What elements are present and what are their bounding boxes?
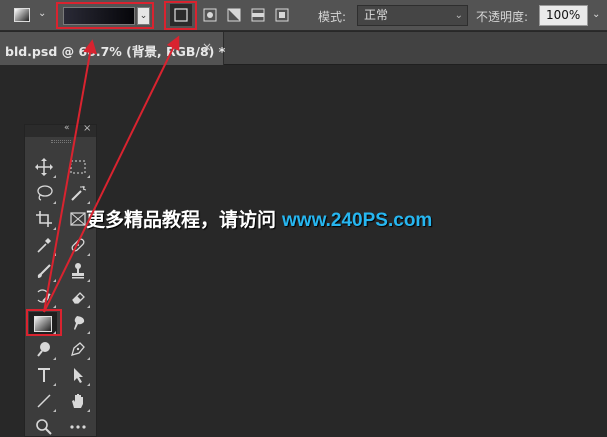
opacity-label: 不透明度: [476,10,529,24]
brush-icon [37,264,51,278]
opacity-input[interactable]: 100% [539,5,588,26]
submenu-indicator [53,305,56,308]
submenu-indicator [53,383,56,386]
gradient-tool-preset-icon [14,8,30,22]
linear-gradient-button[interactable] [170,4,192,26]
document-tab-title: bld.psd @ 66.7% (背景, RGB/8) * [5,44,226,59]
more-tools-button[interactable] [65,415,91,437]
document-tab-bar: bld.psd @ 66.7% (背景, RGB/8) * × [0,32,607,65]
radial-gradient-icon [203,8,217,22]
path-selection-icon [74,368,83,383]
type-icon [38,368,50,382]
submenu-indicator [53,227,56,230]
marquee-tool[interactable] [65,155,91,179]
opacity-value: 100% [546,8,581,22]
submenu-indicator [53,279,56,282]
gradient-tool-highlight [26,309,62,336]
mode-value: 正常 [364,8,389,22]
frame-icon [70,212,86,226]
submenu-indicator [87,305,90,308]
eyedropper-tool[interactable] [31,233,57,257]
angle-gradient-icon [227,8,241,22]
submenu-indicator [53,201,56,204]
tools-panel: « × [24,123,97,437]
submenu-indicator [53,253,56,256]
history-brush-icon [37,289,51,303]
eraser-icon [72,292,85,304]
angle-gradient-button[interactable] [224,5,244,25]
crop-icon [36,211,52,227]
submenu-indicator [53,357,56,360]
close-icon[interactable]: × [83,123,91,134]
smudge-icon [74,316,85,330]
watermark-text: 更多精品教程，请访问 [86,209,277,231]
brush-tool[interactable] [31,259,57,283]
collapse-icon[interactable]: « [64,123,70,133]
hand-icon [72,394,83,408]
linear-gradient-icon [170,4,192,26]
clone-stamp-tool[interactable] [65,259,91,283]
submenu-indicator [53,175,56,178]
move-icon [35,158,53,176]
history-brush-tool[interactable] [31,285,57,309]
healing-brush-icon [71,238,85,252]
line-tool[interactable] [31,389,57,413]
document-tab[interactable]: bld.psd @ 66.7% (背景, RGB/8) * × [0,32,226,65]
zoom-icon [36,419,52,435]
path-selection-tool[interactable] [65,363,91,387]
submenu-indicator [87,357,90,360]
lasso-tool[interactable] [31,181,57,205]
diamond-gradient-icon [275,8,289,22]
submenu-indicator [87,201,90,204]
gradient-picker[interactable]: ⌄ [56,2,154,29]
submenu-indicator [87,175,90,178]
pen-tool[interactable] [65,337,91,361]
tools-panel-header[interactable]: « × [25,123,96,137]
close-icon[interactable]: × [202,40,212,54]
submenu-indicator [87,409,90,412]
type-tool[interactable] [31,363,57,387]
crop-tool[interactable] [31,207,57,231]
watermark: 更多精品教程，请访问 www.240PS.com [86,205,432,232]
mode-label: 模式: [318,10,347,24]
eraser-tool[interactable] [65,285,91,309]
marquee-icon [70,160,86,174]
gradient-swatch[interactable] [63,7,135,25]
magic-wand-icon [71,185,87,201]
gradient-dropdown-button[interactable]: ⌄ [137,7,150,25]
submenu-indicator [87,383,90,386]
hand-tool[interactable] [65,389,91,413]
healing-brush-tool[interactable] [65,233,91,257]
line-icon [37,394,51,408]
move-tool[interactable] [31,155,57,179]
submenu-indicator [87,331,90,334]
mode-select[interactable]: 正常 ⌄ [357,5,468,26]
magic-wand-tool[interactable] [65,181,91,205]
lasso-icon [37,185,53,201]
pen-icon [71,342,85,356]
chevron-down-icon: ⌄ [38,8,47,19]
options-bar: ⌄ ⌄ 模式: 正常 ⌄ 不透明度: 100% ⌄ [0,0,607,31]
panel-grip[interactable] [51,140,71,143]
eyedropper-icon [37,238,51,253]
zoom-tool[interactable] [31,415,57,437]
reflected-gradient-button[interactable] [248,5,268,25]
dodge-icon [37,342,50,357]
submenu-indicator [53,409,56,412]
more-tools-icon [70,425,86,429]
smudge-tool[interactable] [65,311,91,335]
tool-preset-picker[interactable]: ⌄ [8,4,48,26]
submenu-indicator [87,279,90,282]
dodge-tool[interactable] [31,337,57,361]
radial-gradient-button[interactable] [200,5,220,25]
chevron-down-icon[interactable]: ⌄ [592,9,600,20]
reflected-gradient-icon [251,8,265,22]
clone-stamp-icon [72,263,84,279]
submenu-indicator [87,253,90,256]
watermark-url: www.240PS.com [282,210,433,231]
diamond-gradient-button[interactable] [272,5,292,25]
chevron-down-icon: ⌄ [454,10,463,21]
